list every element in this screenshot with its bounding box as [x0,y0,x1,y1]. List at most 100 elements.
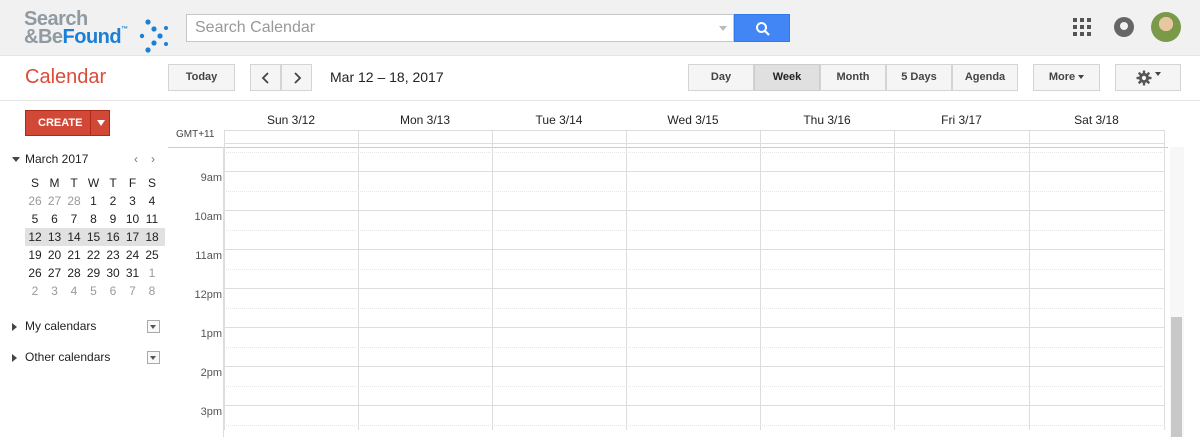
logo-tm: ™ [121,26,128,33]
mini-day[interactable]: 18 [142,230,162,244]
mini-day[interactable]: 16 [103,230,123,244]
mini-next-icon[interactable]: › [151,152,155,166]
day-header-wed[interactable]: Wed 3/15 [626,113,760,127]
mini-day[interactable]: 7 [64,212,84,226]
search-icon [756,22,770,36]
time-label: 1pm [200,328,222,340]
mini-day[interactable]: 12 [25,230,45,244]
notifications-icon[interactable] [1114,17,1134,37]
collapse-icon[interactable] [12,157,20,162]
mini-day[interactable]: 3 [123,194,143,208]
create-label: CREATE [38,117,83,129]
create-button[interactable]: CREATE [25,110,110,136]
settings-button[interactable] [1115,64,1181,91]
mini-day[interactable]: 9 [103,212,123,226]
mini-day[interactable]: 31 [123,266,143,280]
logo[interactable]: Search &BeFound™ [24,6,168,53]
next-button[interactable] [281,64,312,91]
logo-line2-part2: Found [62,26,122,48]
logo-line2: &BeFound™ [24,26,128,49]
all-day-row[interactable] [224,130,1165,144]
day-header-sun[interactable]: Sun 3/12 [224,113,358,127]
hour-line [224,249,1165,250]
view-week-button[interactable]: Week [754,64,820,91]
logo-line2-part1: &Be [24,26,63,48]
mini-day[interactable]: 1 [84,194,104,208]
mini-day[interactable]: 17 [123,230,143,244]
mini-day[interactable]: 23 [103,248,123,262]
weekday-head: F [128,176,137,190]
half-hour-line [224,230,1165,231]
mini-day[interactable]: 5 [25,212,45,226]
mini-day[interactable]: 28 [64,266,84,280]
view-month-button[interactable]: Month [820,64,886,91]
mini-day[interactable]: 29 [84,266,104,280]
mini-day[interactable]: 2 [103,194,123,208]
view-agenda-button[interactable]: Agenda [952,64,1018,91]
scrollbar-thumb[interactable] [1171,317,1182,437]
mini-calendar-header: March 2017 ‹ › [12,151,162,167]
apps-grid-icon[interactable] [1073,18,1091,36]
view-day-button[interactable]: Day [688,64,754,91]
view-5days-button[interactable]: 5 Days [886,64,952,91]
mini-day[interactable]: 28 [64,194,84,208]
day-header-fri[interactable]: Fri 3/17 [894,113,1029,127]
mini-day[interactable]: 11 [142,212,162,226]
mini-day[interactable]: 15 [84,230,104,244]
mini-week-row: 26 27 28 29 30 31 1 [25,264,165,282]
time-label: 12pm [194,289,222,301]
my-calendars-menu-icon[interactable] [147,320,160,333]
other-calendars-menu-icon[interactable] [147,351,160,364]
search-button[interactable] [734,14,790,42]
mini-day[interactable]: 1 [142,266,162,280]
mini-day[interactable]: 6 [103,284,123,298]
time-label: 9am [200,172,222,184]
search-box[interactable] [186,14,734,42]
search-options-icon[interactable] [719,26,727,31]
more-button[interactable]: More [1033,64,1100,91]
mini-day[interactable]: 25 [142,248,162,262]
day-header-thu[interactable]: Thu 3/16 [760,113,894,127]
mini-day[interactable]: 30 [103,266,123,280]
gear-icon [1136,70,1151,86]
mini-day[interactable]: 26 [25,194,45,208]
mini-day[interactable]: 7 [123,284,143,298]
mini-week-row: 19 20 21 22 23 24 25 [25,246,165,264]
mini-day[interactable]: 21 [64,248,84,262]
mini-day[interactable]: 10 [123,212,143,226]
mini-day[interactable]: 19 [25,248,45,262]
create-dropdown-icon[interactable] [97,120,105,126]
time-label: 2pm [200,367,222,379]
mini-day[interactable]: 27 [45,266,65,280]
column-divider [760,130,761,430]
today-button[interactable]: Today [168,64,235,91]
mini-day[interactable]: 4 [142,194,162,208]
mini-day[interactable]: 3 [45,284,65,298]
mini-day[interactable]: 14 [64,230,84,244]
avatar[interactable] [1151,12,1181,42]
mini-day[interactable]: 8 [142,284,162,298]
expand-icon[interactable] [12,354,17,362]
mini-day[interactable]: 13 [45,230,65,244]
mini-day[interactable]: 24 [123,248,143,262]
mini-week-row: 2 3 4 5 6 7 8 [25,282,165,300]
day-header-mon[interactable]: Mon 3/13 [358,113,492,127]
mini-day[interactable]: 8 [84,212,104,226]
mini-day[interactable]: 26 [25,266,45,280]
mini-day[interactable]: 5 [84,284,104,298]
mini-day[interactable]: 2 [25,284,45,298]
mini-day[interactable]: 27 [45,194,65,208]
hour-line [224,171,1165,172]
prev-button[interactable] [250,64,281,91]
mini-prev-icon[interactable]: ‹ [134,152,138,166]
mini-day[interactable]: 20 [45,248,65,262]
search-input[interactable] [187,15,733,41]
mini-day[interactable]: 4 [64,284,84,298]
mini-day[interactable]: 22 [84,248,104,262]
day-header-tue[interactable]: Tue 3/14 [492,113,626,127]
mini-day[interactable]: 6 [45,212,65,226]
expand-icon[interactable] [12,323,17,331]
top-bar: Search &BeFound™ [0,0,1200,56]
day-header-sat[interactable]: Sat 3/18 [1029,113,1164,127]
mini-week-row: 26 27 28 1 2 3 4 [25,192,165,210]
